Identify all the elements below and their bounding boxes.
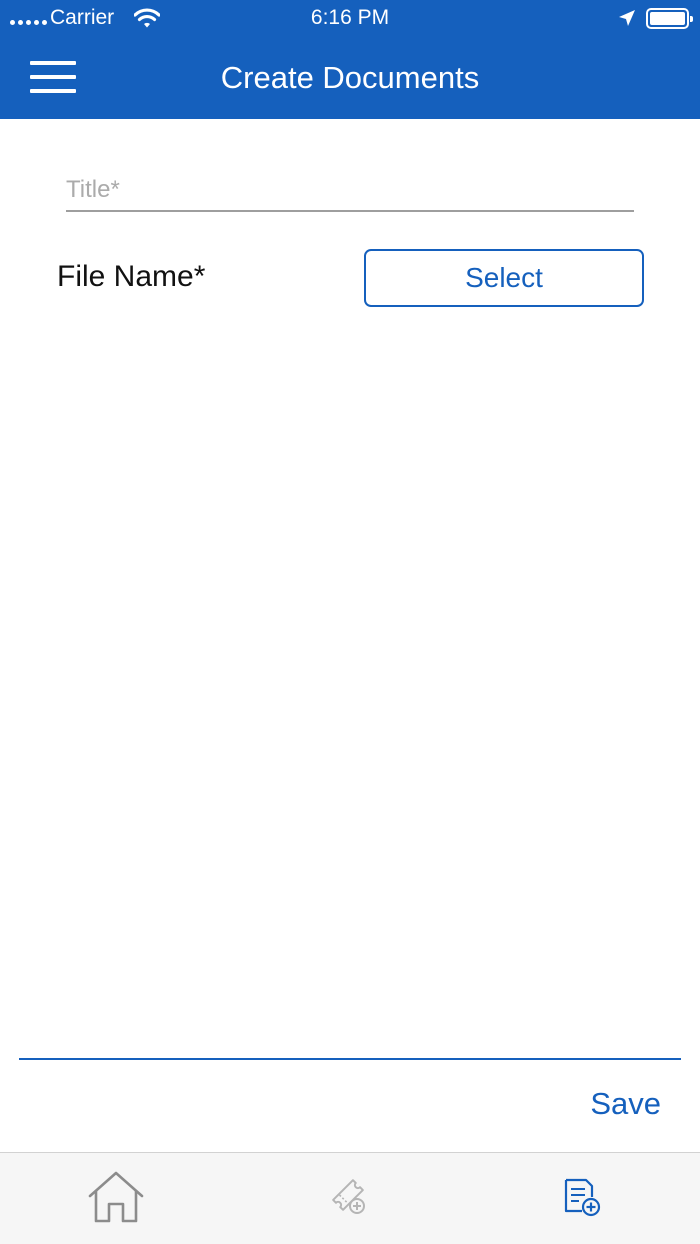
tab-bar xyxy=(0,1152,700,1244)
tab-create-document[interactable] xyxy=(523,1153,643,1244)
file-name-label: File Name* xyxy=(57,260,206,293)
battery-icon xyxy=(646,8,693,29)
document-add-icon xyxy=(561,1175,605,1224)
tab-home[interactable] xyxy=(56,1153,176,1244)
title-input[interactable] xyxy=(66,170,634,212)
status-bar: Carrier 6:16 PM xyxy=(0,0,700,38)
page-title: Create Documents xyxy=(220,60,480,95)
ticket-add-icon xyxy=(328,1175,372,1224)
tab-ticket[interactable] xyxy=(290,1153,410,1244)
footer-divider xyxy=(19,1058,681,1060)
save-button[interactable]: Save xyxy=(590,1086,661,1122)
home-icon xyxy=(86,1170,146,1229)
app-header: Carrier 6:16 PM Create Documents xyxy=(0,0,700,119)
status-time: 6:16 PM xyxy=(310,6,390,29)
select-file-button[interactable]: Select xyxy=(364,249,644,307)
location-arrow-icon xyxy=(618,9,636,32)
